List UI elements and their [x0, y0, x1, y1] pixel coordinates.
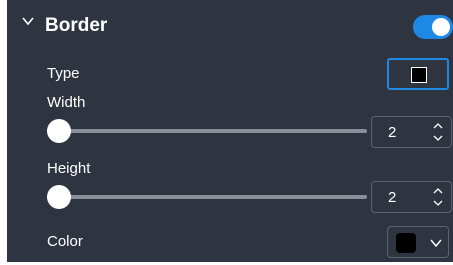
chevron-down-icon[interactable] [21, 14, 35, 28]
slider-thumb[interactable] [47, 119, 71, 143]
width-input[interactable] [388, 124, 418, 142]
type-label: Type [47, 65, 80, 82]
color-picker[interactable] [387, 226, 449, 258]
slider-track [57, 129, 367, 133]
width-slider[interactable] [47, 118, 367, 144]
height-slider[interactable] [47, 184, 367, 210]
border-settings-panel: Border Type Width Height Color [7, 0, 453, 262]
square-icon [411, 67, 427, 83]
color-swatch [396, 233, 416, 253]
toggle-knob [432, 18, 450, 36]
height-stepper[interactable] [371, 181, 452, 213]
height-input[interactable] [388, 189, 418, 207]
color-label: Color [47, 233, 83, 250]
border-type-button[interactable] [387, 58, 449, 90]
up-down-arrows-icon[interactable] [433, 186, 443, 208]
chevron-down-icon[interactable] [430, 237, 442, 249]
border-toggle[interactable] [413, 15, 453, 39]
slider-thumb[interactable] [47, 185, 71, 209]
width-label: Width [47, 94, 86, 111]
section-title: Border [45, 15, 108, 36]
height-label: Height [47, 160, 91, 177]
up-down-arrows-icon[interactable] [433, 121, 443, 143]
slider-track [57, 195, 367, 199]
width-stepper[interactable] [371, 116, 452, 148]
